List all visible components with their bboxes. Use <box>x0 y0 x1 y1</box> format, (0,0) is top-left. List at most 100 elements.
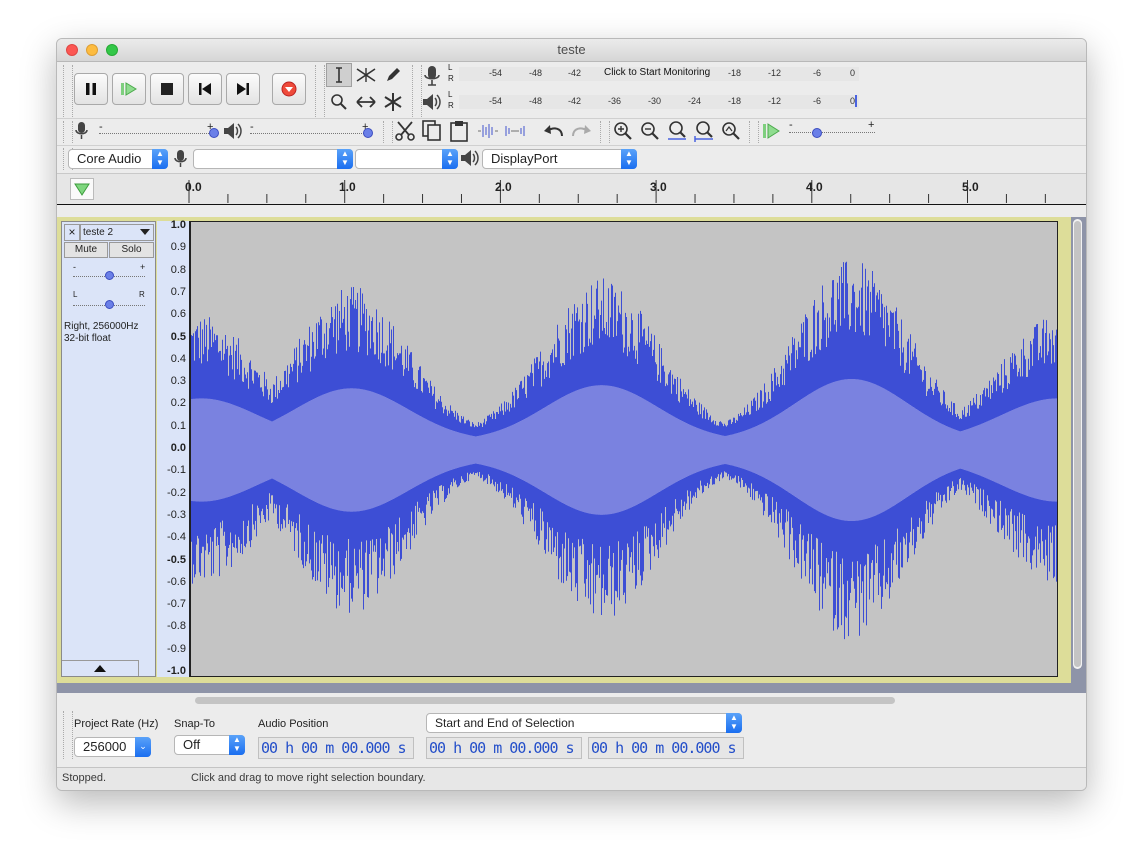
skip-start-icon <box>199 83 211 95</box>
selection-end-field[interactable]: 00 h 00 m 00.000 s <box>588 737 744 759</box>
pan-slider-thumb[interactable] <box>105 300 114 309</box>
record-meter-button[interactable] <box>421 64 443 91</box>
multi-tool[interactable] <box>380 90 406 114</box>
recording-volume-slider[interactable] <box>99 133 215 135</box>
selection-toolbar-grip[interactable] <box>63 711 73 759</box>
meter-tick: -54 <box>489 68 503 78</box>
dropdown-triangle-icon <box>140 229 150 235</box>
meter-tick: -6 <box>813 96 822 106</box>
audio-position-value: 00 h 00 m 00.000 s <box>261 739 407 757</box>
copy-button[interactable] <box>419 119 445 143</box>
audacity-window: teste LR LR -54 -48 -42 Click to Start M… <box>56 38 1087 791</box>
fit-selection-button[interactable] <box>664 119 690 143</box>
amplitude-scale-label: 0.0 <box>170 442 186 454</box>
recording-channels-select[interactable]: ▲ ▼ <box>355 149 458 169</box>
horizontal-scrollbar-track[interactable] <box>57 694 1086 708</box>
track-name-menu[interactable]: teste 2 <box>80 224 154 241</box>
amplitude-scale-label: -0.6 <box>167 575 186 588</box>
recording-volume-thumb[interactable] <box>209 128 219 138</box>
record-meter[interactable]: -54 -48 -42 Click to Start Monitoring -1… <box>459 67 859 81</box>
waveform-display[interactable] <box>190 221 1058 677</box>
amplitude-scale-label: -0.3 <box>167 508 186 521</box>
undo-button[interactable] <box>541 119 567 143</box>
zoom-out-icon <box>641 122 659 140</box>
playback-meter[interactable]: -54 -48 -42 -36 -30 -24 -18 -12 -6 0 <box>459 95 859 109</box>
cut-button[interactable] <box>392 119 418 143</box>
audio-host-select[interactable]: Core Audio ▲ ▼ <box>68 149 168 169</box>
playback-meter-button[interactable] <box>421 91 443 116</box>
meter-tick: -48 <box>529 96 543 106</box>
solo-button[interactable]: Solo <box>109 242 154 258</box>
vertical-scrollbar[interactable] <box>1073 219 1082 669</box>
play-icon <box>121 82 137 96</box>
selection-mode-select[interactable]: Start and End of Selection ▲ ▼ <box>426 713 742 733</box>
timeline-label: 0.0 <box>185 180 202 194</box>
zoom-in-button[interactable] <box>610 119 636 143</box>
selection-start-field[interactable]: 00 h 00 m 00.000 s <box>426 737 582 759</box>
zoom-tool[interactable] <box>326 90 352 114</box>
playback-speed-slider[interactable] <box>789 132 875 134</box>
meter-tick: -18 <box>728 96 742 106</box>
audio-position-field[interactable]: 00 h 00 m 00.000 s <box>258 737 414 759</box>
selection-tool[interactable] <box>326 63 352 87</box>
timeline-ruler[interactable]: 0.0 1.0 2.0 3.0 4.0 5.0 <box>57 173 1086 205</box>
redo-button[interactable] <box>568 119 594 143</box>
playback-device-value: DisplayPort <box>491 151 558 166</box>
recording-device-select[interactable]: ▲ ▼ <box>193 149 353 169</box>
zoom-toolbar-grip[interactable] <box>600 121 610 143</box>
horizontal-scrollbar-thumb[interactable] <box>195 697 895 704</box>
meter-tick: -12 <box>768 68 782 78</box>
envelope-tool[interactable] <box>353 63 379 87</box>
start-monitoring-prompt[interactable]: Click to Start Monitoring <box>604 67 710 78</box>
redo-icon <box>572 125 591 137</box>
meter-tick: -30 <box>648 96 662 106</box>
track-info: Right, 256000Hz 32-bit float <box>64 321 139 345</box>
track-info-rate: Right, 256000Hz <box>64 321 139 332</box>
chevron-updown-icon: ▲ ▼ <box>337 149 353 169</box>
trim-button[interactable] <box>475 119 501 143</box>
mute-button[interactable]: Mute <box>64 242 108 258</box>
meter-tick: -48 <box>529 68 543 78</box>
playback-volume-slider[interactable] <box>250 133 368 135</box>
transport-toolbar-grip[interactable] <box>63 65 73 117</box>
amplitude-scale-label: 0.3 <box>170 375 186 388</box>
snap-to-select[interactable]: Off ▲ ▼ <box>174 735 245 755</box>
zoom-toggle-button[interactable] <box>718 119 744 143</box>
project-rate-select[interactable]: 256000 ⌄ <box>74 737 151 757</box>
gain-slider-thumb[interactable] <box>105 271 114 280</box>
mixer-toolbar-grip[interactable] <box>63 121 73 143</box>
time-shift-tool[interactable] <box>353 90 379 114</box>
toolbar-divider <box>57 145 1086 146</box>
meter-tick: -12 <box>768 96 782 106</box>
silence-button[interactable] <box>502 119 528 143</box>
play-button[interactable] <box>112 73 146 105</box>
skip-to-start-button[interactable] <box>188 73 222 105</box>
playback-device-select[interactable]: DisplayPort ▲ ▼ <box>482 149 637 169</box>
microphone-icon <box>75 122 88 139</box>
vertical-amplitude-ruler[interactable]: 1.0 0.9 0.8 0.7 0.6 0.5 0.4 0.3 0.2 0.1 0.0 -0.1 -0.… <box>157 219 190 677</box>
collapse-track-button[interactable] <box>62 660 139 676</box>
meter-tick: -42 <box>568 68 582 78</box>
collapse-triangle-icon <box>94 664 106 672</box>
fit-project-button[interactable] <box>691 119 717 143</box>
close-track-button[interactable]: × <box>64 224 80 241</box>
skip-to-end-button[interactable] <box>226 73 260 105</box>
zoom-out-button[interactable] <box>637 119 663 143</box>
record-icon <box>281 81 297 97</box>
vertical-scrollbar-thumb[interactable] <box>1074 221 1081 667</box>
stop-button[interactable] <box>150 73 184 105</box>
amplitude-scale-label: 0.6 <box>170 308 186 321</box>
playback-speed-thumb[interactable] <box>812 128 822 138</box>
play-at-speed-button[interactable] <box>758 119 784 143</box>
recording-volume-icon-wrap <box>73 121 91 144</box>
pause-button[interactable] <box>74 73 108 105</box>
playback-volume-thumb[interactable] <box>363 128 373 138</box>
gain-minus: - <box>73 262 76 272</box>
record-button[interactable] <box>272 73 306 105</box>
meter-tick: -24 <box>688 96 702 106</box>
draw-tool[interactable] <box>380 63 406 87</box>
paste-button[interactable] <box>446 119 472 143</box>
project-rate-value: 256000 <box>83 739 127 754</box>
tools-toolbar-grip[interactable] <box>315 65 325 117</box>
fit-selection-icon <box>668 121 686 140</box>
